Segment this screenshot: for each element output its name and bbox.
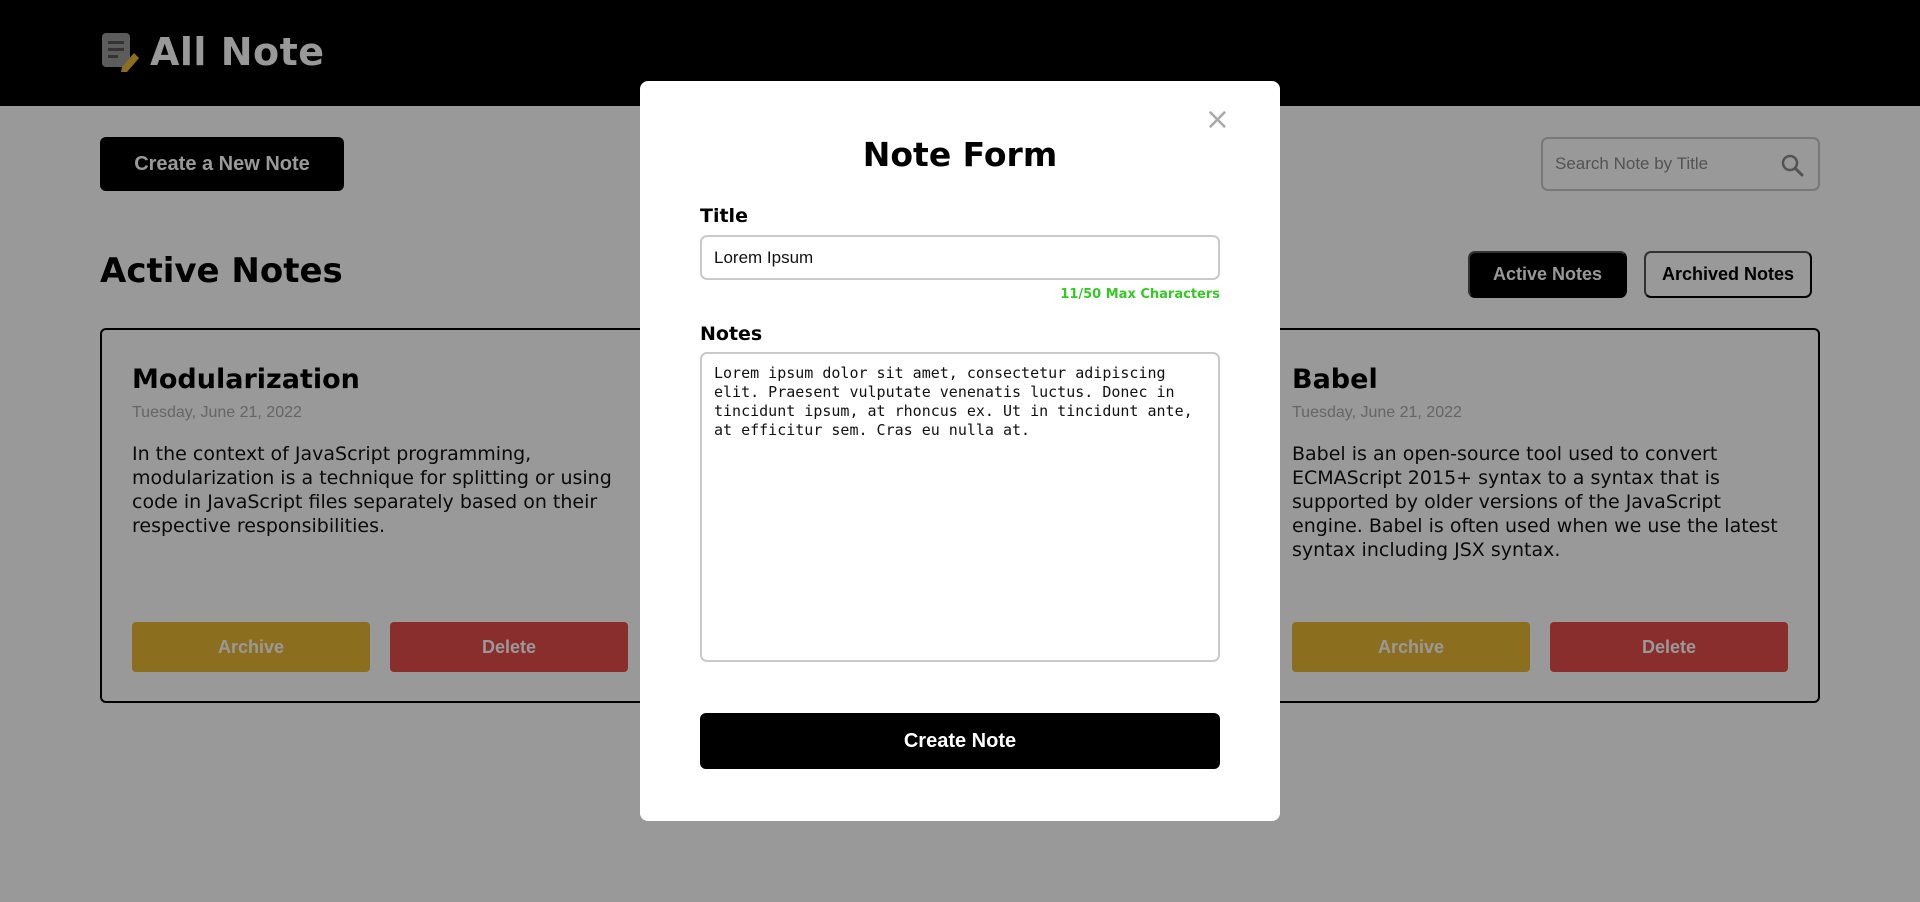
modal-title: Note Form xyxy=(862,135,1058,174)
notes-label: Notes xyxy=(700,323,763,345)
note-form-modal: × Note Form Title 11/50 Max Characters N… xyxy=(640,81,1280,821)
close-icon[interactable]: × xyxy=(1205,105,1230,135)
char-count: 11/50 Max Characters xyxy=(1060,287,1220,302)
create-note-button[interactable]: Create Note xyxy=(700,713,1220,769)
title-label: Title xyxy=(700,205,748,227)
notes-textarea[interactable]: Lorem ipsum dolor sit amet, consectetur … xyxy=(700,352,1220,662)
title-input[interactable] xyxy=(700,235,1220,280)
